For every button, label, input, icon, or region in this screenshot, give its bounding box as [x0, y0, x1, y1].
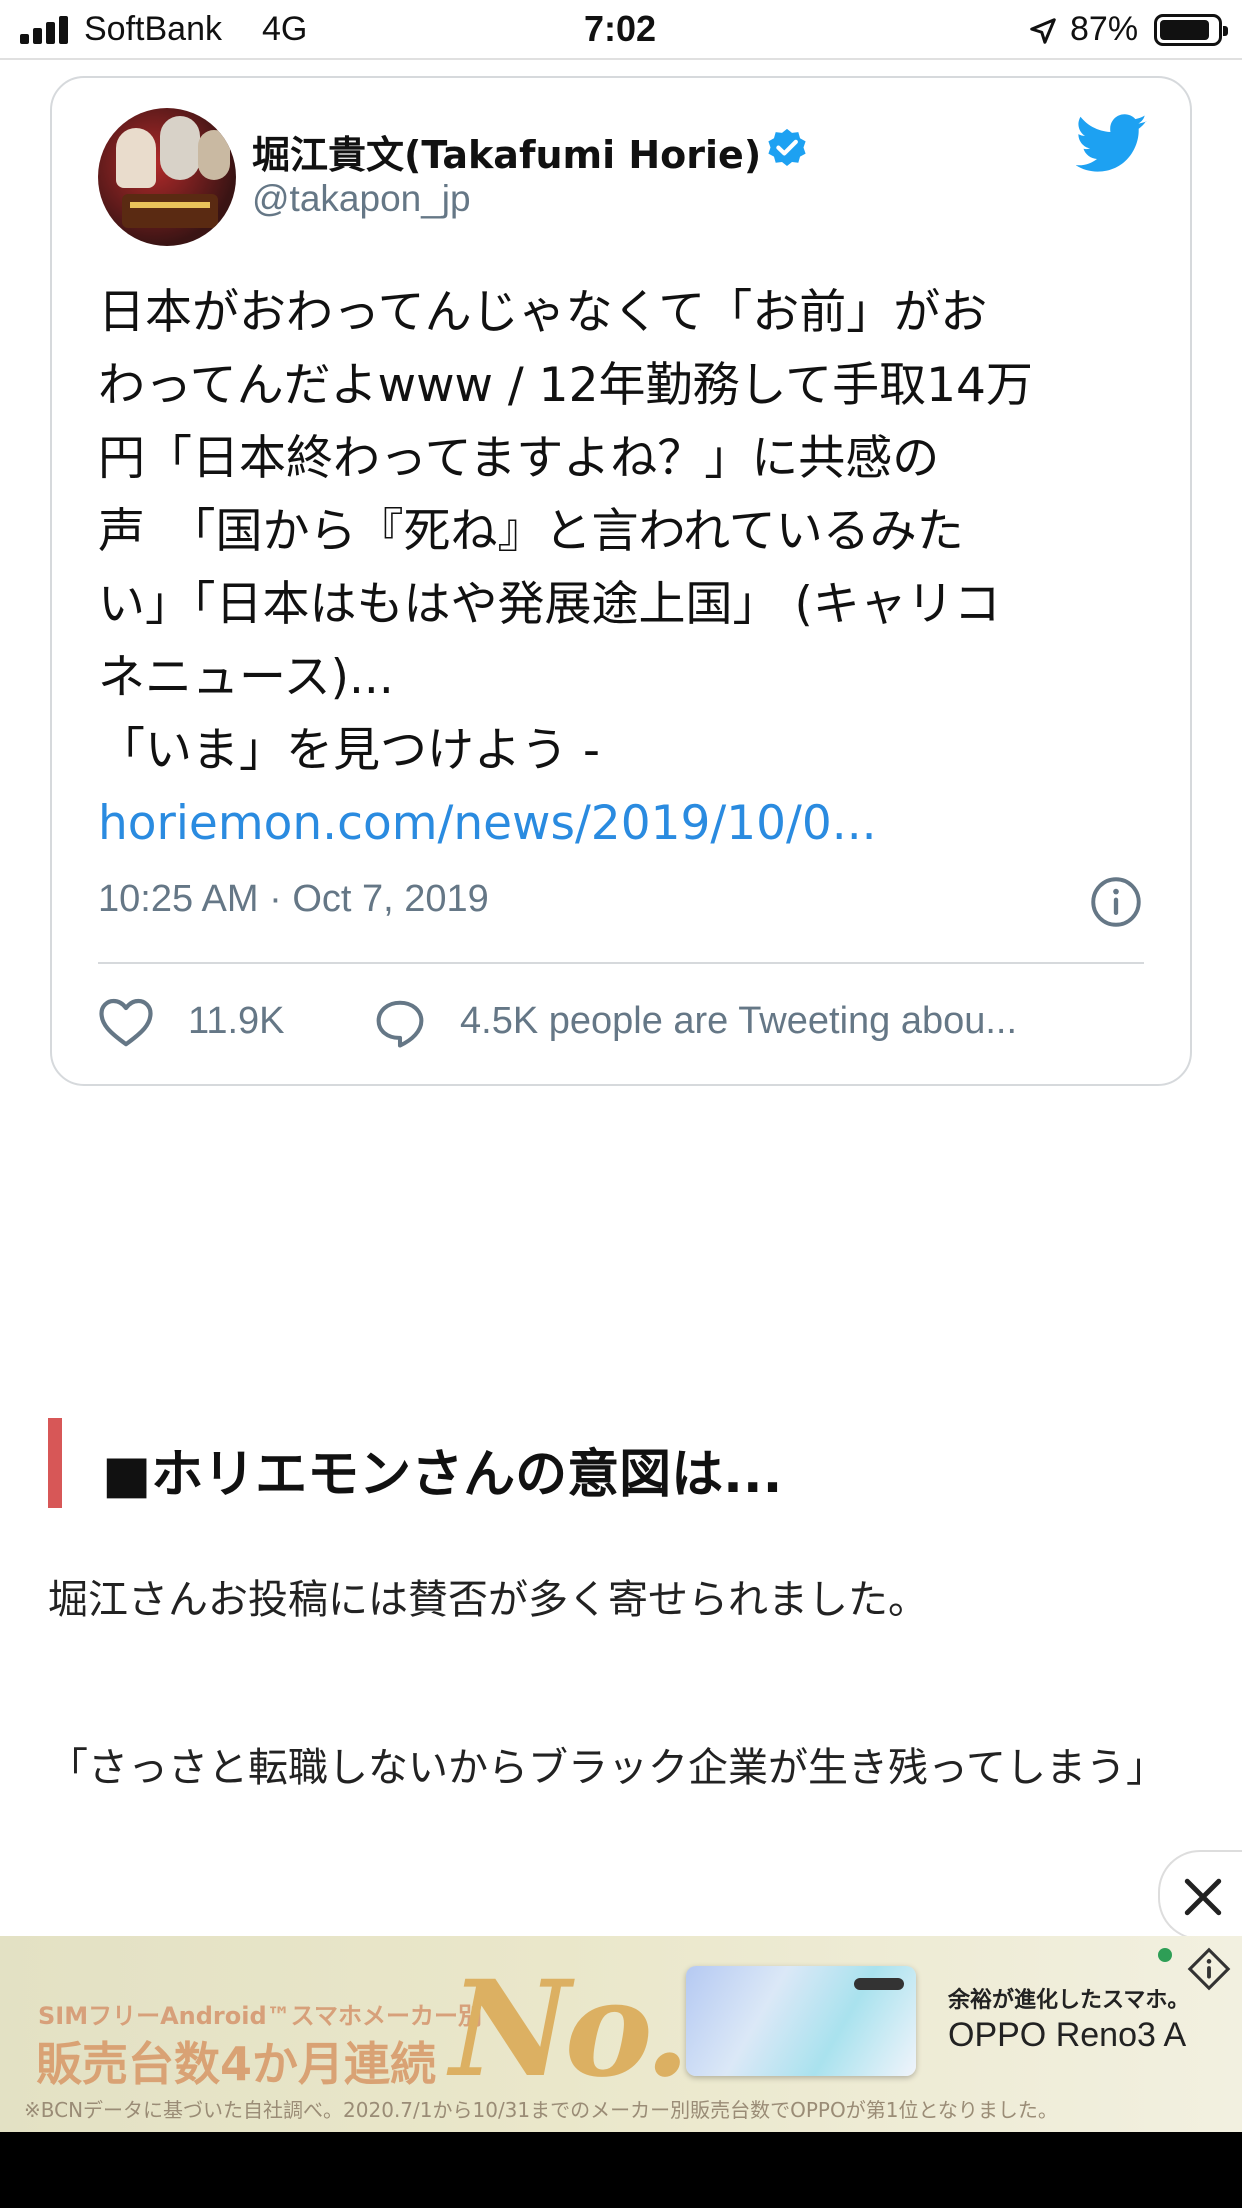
ad-disclaimer: ※BCNデータに基づいた自社調べ。2020.7/1から10/31までのメーカー別… [24, 2098, 1058, 2122]
embedded-tweet-card[interactable]: 堀江貴文(Takafumi Horie) @takapon_jp 日本がおわって… [50, 76, 1192, 1086]
tweet-text: 日本がおわってんじゃなくて「お前」がお わってんだよwww / 12年勤務して手… [98, 276, 1158, 860]
twitter-bird-icon[interactable] [1076, 114, 1148, 174]
status-bar: SoftBank 4G 7:02 87% [0, 0, 1242, 60]
close-icon[interactable] [1182, 1876, 1224, 1918]
location-arrow-icon [1030, 18, 1056, 44]
ad-banner[interactable]: SIMフリーAndroid™スマホメーカー別 販売台数4か月連続 No.1 余裕… [0, 1936, 1242, 2132]
tweet-text-line: わってんだよwww / 12年勤務して手取14万 [98, 358, 1033, 413]
reply-summary[interactable]: 4.5K people are Tweeting abou... [460, 1000, 1017, 1043]
reply-bubble-icon[interactable] [372, 996, 428, 1050]
ad-tagline: 余裕が進化したスマホ。 [948, 1988, 1190, 2013]
verified-badge-icon [768, 128, 806, 167]
ad-phone-image [686, 1966, 916, 2076]
section-heading-accent [48, 1418, 62, 1508]
ad-close-button[interactable] [1158, 1850, 1242, 1940]
tweet-text-line: 円「日本終わってますよね？」に共感の [98, 431, 940, 486]
carrier-label: SoftBank [84, 10, 222, 48]
battery-percent: 87% [1070, 10, 1139, 48]
card-divider [98, 962, 1144, 964]
tweet-author-name[interactable]: 堀江貴文(Takafumi Horie) [252, 124, 761, 179]
avatar[interactable] [98, 108, 236, 246]
tweet-link[interactable]: horiemon.com/news/2019/10/0... [98, 787, 1158, 860]
info-icon[interactable] [1090, 876, 1142, 928]
ad-tag: SIMフリーAndroid™スマホメーカー別 [38, 2002, 482, 2030]
article-paragraph: 「さっさと転職しないからブラック企業が生き残ってしまう」 [48, 1745, 1166, 1791]
ad-product-name: OPPO Reno3 A [948, 2016, 1187, 2054]
tweet-text-line: い」「日本はもはや発展途上国」 (キャリコ [98, 577, 1001, 632]
ad-choices-icon[interactable] [1186, 1946, 1232, 1992]
tweet-timestamp[interactable]: 10:25 AM · Oct 7, 2019 [98, 878, 489, 921]
like-count[interactable]: 11.9K [188, 1000, 284, 1043]
signal-strength-icon [20, 16, 72, 44]
status-time: 7:02 [583, 8, 657, 49]
tweet-author-handle[interactable]: @takapon_jp [252, 178, 471, 220]
tweet-text-line: 声 「国から『死ね』と言われているみた [98, 504, 964, 559]
ad-headline: 販売台数4か月連続 [36, 2037, 437, 2091]
article-paragraph: 堀江さんお投稿には賛否が多く寄せられました。 [48, 1577, 928, 1623]
tweet-text-line: 「いま」を見つけよう - [98, 723, 600, 778]
heart-icon[interactable] [98, 996, 154, 1048]
network-type: 4G [262, 10, 308, 48]
bottom-bar [0, 2132, 1242, 2208]
battery-icon [1154, 14, 1228, 46]
section-heading: ■ホリエモンさんの意図は... [102, 1445, 783, 1505]
tweet-text-line: ネニュース)... [98, 650, 394, 705]
ad-indicator-dot [1158, 1948, 1172, 1962]
tweet-text-line: 日本がおわってんじゃなくて「お前」がお [98, 285, 988, 340]
